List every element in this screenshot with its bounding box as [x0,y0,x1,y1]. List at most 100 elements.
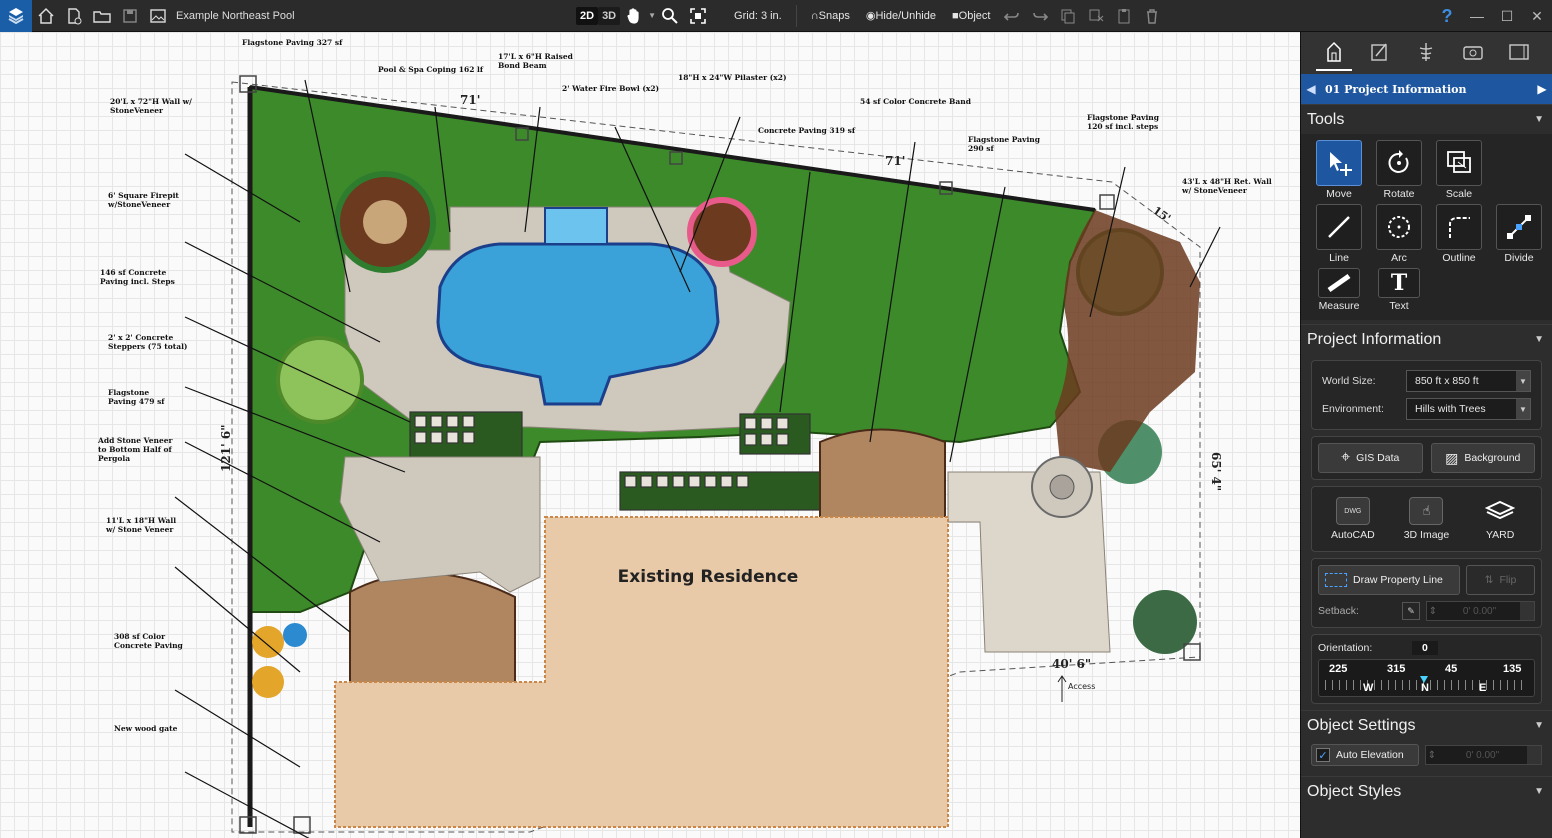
tool-measure[interactable]: Measure [1311,268,1367,314]
callout-labels: Flagstone Paving 327 sf Pool & Spa Copin… [0,32,1300,838]
tab-camera-icon[interactable] [1455,35,1491,71]
undo-icon[interactable] [998,2,1026,30]
draw-property-line-button[interactable]: Draw Property Line [1318,565,1460,595]
tool-divide[interactable]: Divide [1491,204,1547,264]
checkmark-icon: ✓ [1316,748,1330,762]
tools-section-header[interactable]: Tools ▼ [1301,104,1552,134]
spin-up-down-icon: ⇕ [1428,605,1438,617]
tool-rotate[interactable]: Rotate [1371,140,1427,200]
auto-elevation-input[interactable]: ⇕ 0' 0.00" [1425,745,1542,765]
orientation-value[interactable]: 0 [1412,641,1438,655]
text-icon: T [1378,268,1420,298]
callout-label: 11'L x 18"H Wall w/ Stone Veneer [106,516,177,534]
breadcrumb-prev-icon[interactable]: ◀ [1301,82,1321,96]
spin-up-down-icon: ⇕ [1427,749,1437,761]
orientation-card: Orientation: 0 225 315 45 135 W N E [1311,634,1542,704]
breadcrumb: ◀ 01 Project Information ▶ [1301,74,1552,104]
3d-image-button[interactable]: ☝ 3D Image [1395,491,1457,547]
object-styles-header[interactable]: Object Styles ▼ [1301,776,1552,806]
tools-grid: Move Rotate Scale Line Arc Outline Divid… [1301,134,1552,320]
object-mode-toggle[interactable]: ■Object [944,10,998,22]
design-canvas[interactable]: Existing Residence 71' 71' 121' 6" 65' 4… [0,32,1300,838]
chevron-down-icon: ▼ [1516,399,1530,419]
snaps-toggle[interactable]: ∩Snaps [803,10,858,22]
tool-line[interactable]: Line [1311,204,1367,264]
chevron-down-icon: ▼ [1516,371,1530,391]
collapse-arrow-icon[interactable]: ▼ [1534,786,1544,797]
grid-setting[interactable]: Grid: 3 in. [726,10,790,22]
delete-icon[interactable] [1138,2,1166,30]
tool-text[interactable]: T Text [1371,268,1427,314]
callout-label: Pool & Spa Coping 162 lf [378,65,484,74]
tab-plants-icon[interactable] [1408,35,1444,71]
environment-dropdown[interactable]: Hills with Trees ▼ [1406,398,1531,420]
redo-icon[interactable] [1026,2,1054,30]
cut-icon[interactable] [1082,2,1110,30]
flip-icon: ⇅ [1484,574,1494,586]
home-icon[interactable] [32,2,60,30]
zoom-icon[interactable] [656,2,684,30]
background-button[interactable]: ▨ Background [1430,443,1535,473]
compass-direction: N [1421,682,1429,694]
screenshot-icon[interactable] [144,2,172,30]
yard-button[interactable]: YARD [1469,491,1531,547]
mode-3d-button[interactable]: 3D [598,6,621,25]
measure-icon [1318,268,1360,298]
properties-panel: ◀ 01 Project Information ▶ Tools ▼ Move … [1300,32,1552,838]
callout-label: 6' Square Firepit w/StoneVeneer [108,191,179,209]
setback-edit-icon[interactable]: ✎ [1402,602,1420,620]
orientation-compass[interactable]: 225 315 45 135 W N E [1318,659,1535,697]
tab-drafting-icon[interactable] [1362,35,1398,71]
panel-tabs [1301,32,1552,74]
project-information-header[interactable]: Project Information ▼ [1301,324,1552,354]
compass-needle-icon [1420,676,1428,683]
environment-row: Environment: Hills with Trees ▼ [1322,395,1531,423]
rotate-icon [1376,140,1422,186]
tool-scale[interactable]: Scale [1431,140,1487,200]
new-file-icon[interactable] [60,2,88,30]
tool-arc[interactable]: Arc [1371,204,1427,264]
gis-data-button[interactable]: ⌖ GIS Data [1318,443,1423,473]
breadcrumb-next-icon[interactable]: ▶ [1532,82,1552,96]
close-icon[interactable]: ✕ [1522,0,1552,32]
copy-icon[interactable] [1054,2,1082,30]
callout-label: Flagstone Paving 120 sf incl. steps [1087,113,1160,131]
open-folder-icon[interactable] [88,2,116,30]
magnet-icon: ∩ [810,9,819,22]
gis-background-card: ⌖ GIS Data ▨ Background [1311,436,1542,480]
callout-label: 308 sf Color Concrete Paving [114,632,183,650]
tool-slot-empty [1491,140,1547,200]
world-size-dropdown[interactable]: 850 ft x 850 ft ▼ [1406,370,1531,392]
pan-dropdown-icon[interactable]: ▼ [648,11,656,20]
object-settings-header[interactable]: Object Settings ▼ [1301,710,1552,740]
help-icon[interactable]: ? [1432,0,1462,32]
minimize-icon[interactable]: — [1462,0,1492,32]
collapse-arrow-icon[interactable]: ▼ [1534,114,1544,125]
tab-project-icon[interactable] [1316,35,1353,71]
property-line-icon [1325,573,1347,587]
tab-render-icon[interactable] [1501,35,1537,71]
setback-input[interactable]: ⇕ 0' 0.00" [1426,601,1535,621]
move-icon [1316,140,1362,186]
outline-icon [1436,204,1482,250]
collapse-arrow-icon[interactable]: ▼ [1534,334,1544,345]
pan-hand-icon[interactable] [620,2,648,30]
autocad-icon: DWG [1335,497,1370,525]
app-logo-icon[interactable] [0,0,32,32]
tool-outline[interactable]: Outline [1431,204,1487,264]
paste-icon[interactable] [1110,2,1138,30]
save-icon[interactable] [116,2,144,30]
zoom-extents-icon[interactable] [684,2,712,30]
object-icon: ■ [952,9,959,22]
collapse-arrow-icon[interactable]: ▼ [1534,720,1544,731]
compass-value: 135 [1503,663,1522,675]
flip-button[interactable]: ⇅ Flip [1466,565,1535,595]
hide-unhide-toggle[interactable]: ◉Hide/Unhide [858,9,944,22]
auto-elevation-toggle[interactable]: ✓ Auto Elevation [1311,744,1419,766]
tool-move[interactable]: Move [1311,140,1367,200]
autocad-button[interactable]: DWG AutoCAD [1322,491,1384,547]
mode-2d-button[interactable]: 2D [576,6,599,25]
maximize-icon[interactable]: ☐ [1492,0,1522,32]
map-pin-icon: ⌖ [1341,449,1351,466]
breadcrumb-label: 01 Project Information [1325,82,1467,96]
